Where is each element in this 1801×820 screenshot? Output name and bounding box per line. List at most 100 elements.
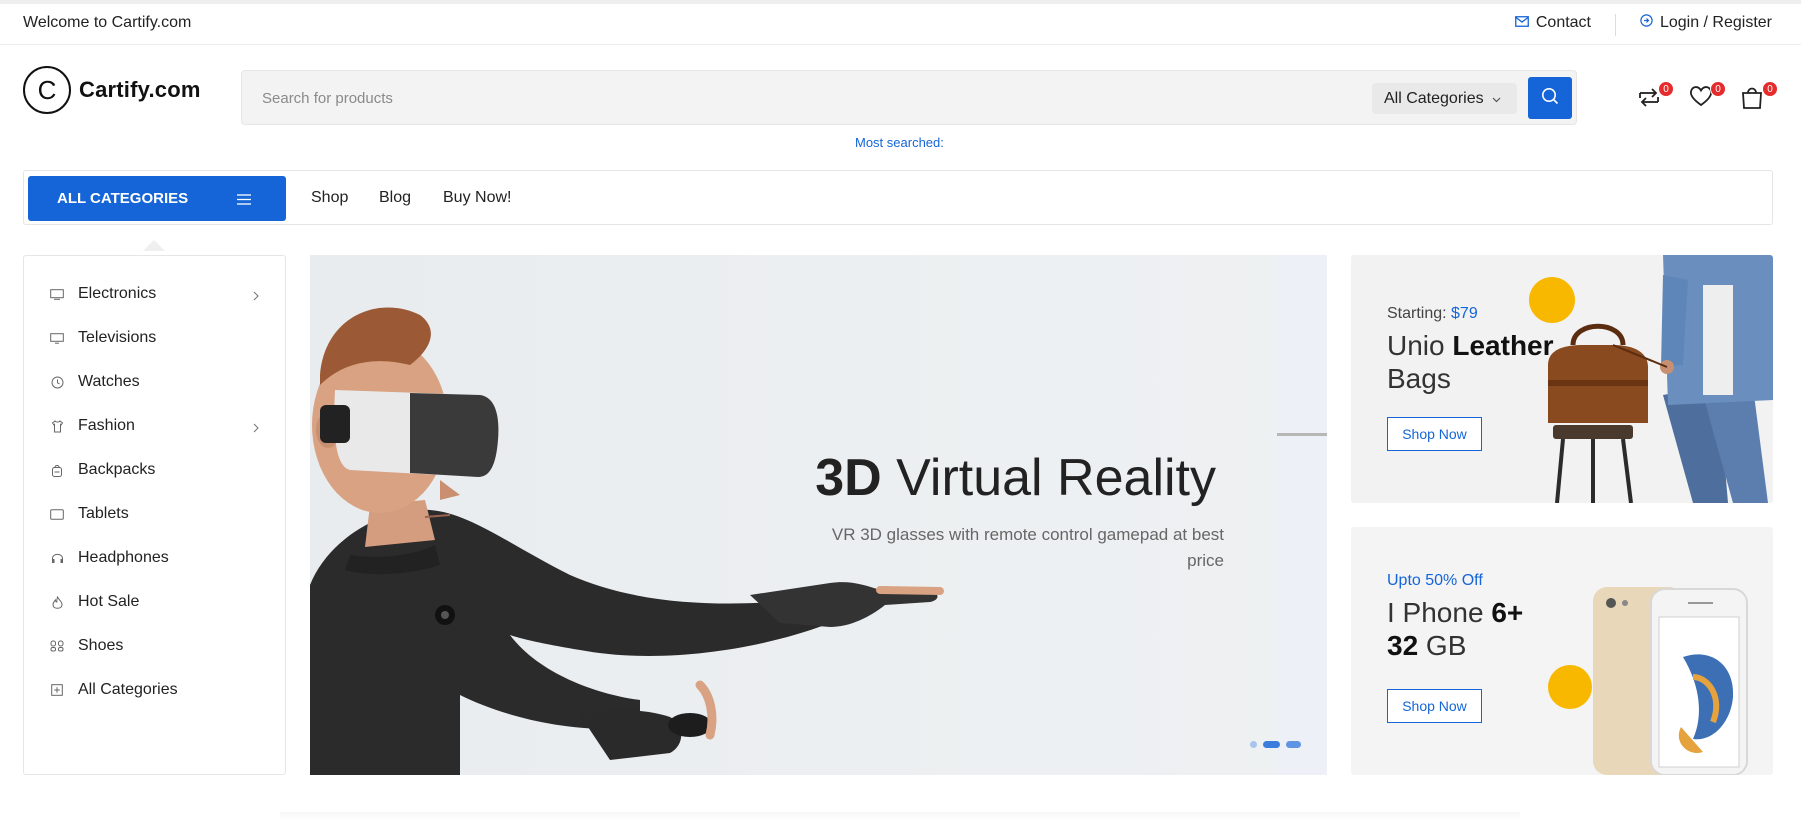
topbar-divider [1615,14,1616,36]
slider-dot-2[interactable] [1263,741,1280,748]
clock-icon [49,374,65,390]
compare-count-badge: 0 [1658,81,1674,97]
promo-title: I Phone 6+ 32 GB [1387,596,1607,662]
promo-price-value: $79 [1451,305,1478,322]
hero-subtitle: VR 3D glasses with remote control gamepa… [831,525,1224,570]
section-shadow [280,812,1520,820]
sidebar-item-tablets[interactable]: Tablets [24,494,285,534]
tv-icon [49,330,65,346]
sidebar-item-shoes[interactable]: Shoes [24,626,285,666]
login-label: Login / Register [1659,14,1772,31]
promo-title-light: Unio [1387,330,1453,361]
sidebar-item-televisions[interactable]: Televisions [24,318,285,358]
sidebar-item-label: Headphones [78,549,169,566]
promo-title-bold-2: 32 [1387,630,1419,661]
all-categories-button[interactable]: ALL CATEGORIES [28,176,286,221]
promo-title-tail: Bags [1387,363,1451,394]
sidebar-item-headphones[interactable]: Headphones [24,538,285,578]
hero-title-rest: Virtual Reality [881,449,1216,507]
nav-link-buy-now[interactable]: Buy Now! [443,189,511,207]
compare-icon [1636,88,1662,114]
promo-title-light: I Phone [1387,597,1492,628]
sidebar-item-label: Hot Sale [78,593,140,610]
sidebar-item-electronics[interactable]: Electronics [24,274,285,314]
heart-icon [1688,86,1714,112]
login-register-link[interactable]: Login / Register [1640,14,1772,32]
flame-icon [49,594,65,610]
contact-label: Contact [1535,14,1591,31]
search-icon [1541,87,1559,110]
dropdown-caret [143,240,165,251]
shop-now-button[interactable]: Shop Now [1387,689,1482,723]
tablet-icon [49,506,65,522]
sidebar-item-label: Backpacks [78,461,156,478]
sidebar-item-label: Electronics [78,285,157,302]
sidebar-item-backpacks[interactable]: Backpacks [24,450,285,490]
compare-button[interactable]: 0 [1636,81,1674,114]
category-select[interactable]: All Categories [1372,83,1517,114]
next-slide-line [1277,433,1327,436]
sidebar-item-label: Tablets [78,505,129,522]
promo-title-tail: GB [1418,630,1467,661]
slider-dots [1250,741,1301,748]
mail-icon [1514,14,1529,32]
main-nav: ALL CATEGORIES Shop Blog Buy Now! [23,170,1773,225]
promo-title: Unio Leather Bags [1387,329,1607,395]
plus-box-icon [49,682,65,698]
logo-text: Cartify.com [79,77,201,102]
chevron-right-icon [253,288,259,306]
promo-discount-label: Upto 50% Off [1387,572,1483,589]
site-logo[interactable]: C Cartify.com [23,66,201,114]
cart-button[interactable]: 0 [1740,81,1778,114]
hero-title: 3D Virtual Reality [815,448,1216,508]
sidebar-item-label: Shoes [78,637,124,654]
chevron-right-icon [253,420,259,438]
sidebar-item-all-categories[interactable]: All Categories [24,670,285,710]
shirt-icon [49,418,65,434]
promo-title-bold: Leather [1452,330,1554,361]
all-categories-label: ALL CATEGORIES [57,190,189,207]
hero-title-bold: 3D [815,449,882,507]
wishlist-button[interactable]: 0 [1688,81,1726,112]
promo-price-line: Starting: $79 [1387,305,1478,323]
search-bar: All Categories [241,70,1577,125]
sidebar-item-label: Fashion [78,417,135,434]
nav-link-blog[interactable]: Blog [379,189,411,207]
welcome-text: Welcome to Cartify.com [23,14,192,31]
cart-count-badge: 0 [1762,81,1778,97]
slider-dot-1[interactable] [1250,741,1257,748]
nav-link-shop[interactable]: Shop [311,189,348,207]
wishlist-count-badge: 0 [1710,81,1726,97]
backpack-icon [49,462,65,478]
search-input[interactable] [262,85,1262,111]
promo-price-prefix: Starting: [1387,305,1452,322]
chevron-down-icon [1492,90,1501,108]
promo-title-bold: 6+ [1491,597,1524,628]
promo-card-leather-bags[interactable]: Starting: $79 Unio Leather Bags Shop Now [1351,255,1773,503]
hero-slider[interactable]: 3D Virtual Reality VR 3D glasses with re… [310,255,1327,775]
sidebar-item-label: Televisions [78,329,157,346]
sidebar-item-fashion[interactable]: Fashion [24,406,285,446]
contact-link[interactable]: Contact [1514,14,1591,32]
sidebar-item-label: All Categories [78,681,178,698]
vr-man-image [310,307,944,775]
category-sidebar: Electronics Televisions Watches Fashion … [23,255,286,775]
shop-now-button[interactable]: Shop Now [1387,417,1482,451]
menu-icon [237,192,251,209]
logo-mark: C [23,66,71,114]
top-bar: Welcome to Cartify.com Contact Login / R… [0,0,1801,45]
sidebar-item-watches[interactable]: Watches [24,362,285,402]
search-button[interactable] [1528,77,1572,119]
login-icon [1640,14,1653,32]
sidebar-item-label: Watches [78,373,140,390]
next-slide-peek [1277,255,1327,775]
most-searched-label: Most searched: [855,135,944,150]
promo-card-iphone[interactable]: Upto 50% Off I Phone 6+ 32 GB Shop Now [1351,527,1773,775]
slider-dot-3[interactable] [1286,741,1301,748]
shoes-icon [49,638,65,654]
category-select-value: All Categories [1384,89,1484,107]
sidebar-item-hot-sale[interactable]: Hot Sale [24,582,285,622]
headphones-icon [49,550,65,566]
shopping-bag-icon [1740,87,1764,114]
monitor-icon [49,286,65,302]
